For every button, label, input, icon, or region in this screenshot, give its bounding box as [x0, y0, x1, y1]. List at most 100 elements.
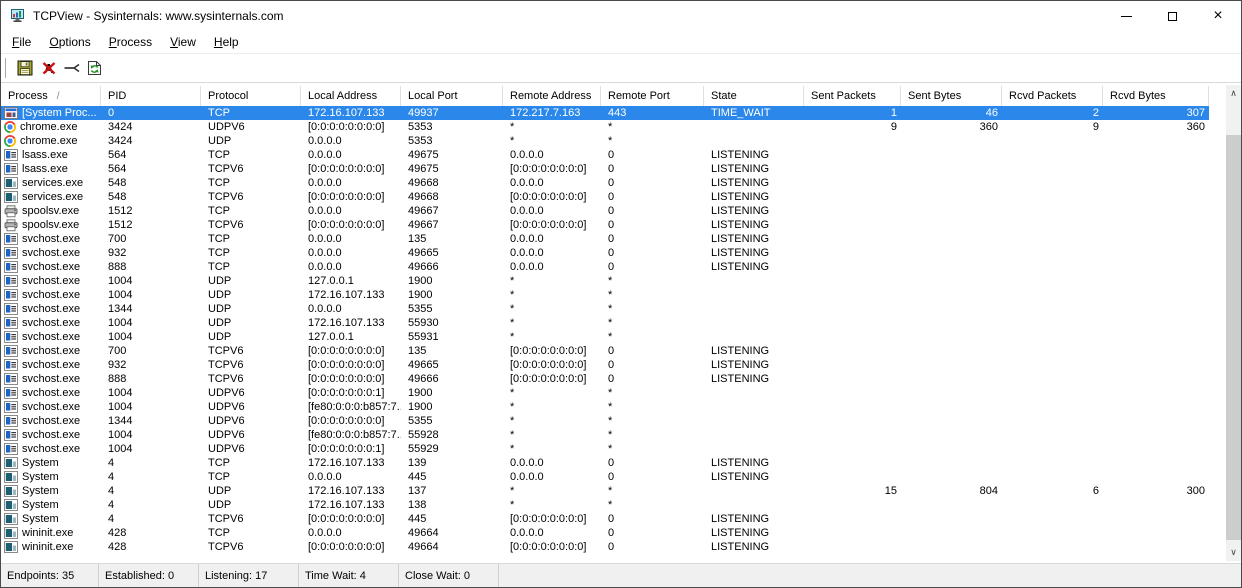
cell-local-port: 135	[401, 344, 503, 358]
cell-protocol: TCP	[201, 470, 301, 484]
cell-protocol: TCPV6	[201, 540, 301, 554]
table-row[interactable]: svchost.exe1004UDPV6[fe80:0:0:0:b857:7..…	[1, 428, 1209, 442]
column-header-sent-bytes[interactable]: Sent Bytes	[901, 86, 1002, 106]
process-name: System	[22, 456, 59, 470]
table-row[interactable]: wininit.exe428TCP0.0.0.0496640.0.0.00LIS…	[1, 526, 1209, 540]
table-row[interactable]: svchost.exe1004UDP127.0.0.11900**	[1, 274, 1209, 288]
scroll-up-button[interactable]: ∧	[1226, 85, 1241, 102]
table-row[interactable]: System4UDP172.16.107.133138**	[1, 498, 1209, 512]
save-button[interactable]	[14, 57, 37, 80]
table-row[interactable]: spoolsv.exe1512TCP0.0.0.0496670.0.0.00LI…	[1, 204, 1209, 218]
scrollbar-thumb[interactable]	[1226, 135, 1241, 540]
process-name: System	[22, 498, 59, 512]
table-row[interactable]: svchost.exe700TCPV6[0:0:0:0:0:0:0:0]135[…	[1, 344, 1209, 358]
column-header-remote-port[interactable]: Remote Port	[601, 86, 704, 106]
table-row[interactable]: lsass.exe564TCPV6[0:0:0:0:0:0:0:0]49675[…	[1, 162, 1209, 176]
table-row[interactable]: svchost.exe1004UDPV6[0:0:0:0:0:0:0:1]559…	[1, 442, 1209, 456]
table-row[interactable]: spoolsv.exe1512TCPV6[0:0:0:0:0:0:0:0]496…	[1, 218, 1209, 232]
table-row[interactable]: svchost.exe1004UDP127.0.0.155931**	[1, 330, 1209, 344]
table-row[interactable]: svchost.exe1004UDPV6[fe80:0:0:0:b857:7..…	[1, 400, 1209, 414]
table-row[interactable]: svchost.exe700TCP0.0.0.01350.0.0.00LISTE…	[1, 232, 1209, 246]
table-row[interactable]: svchost.exe1344UDPV6[0:0:0:0:0:0:0:0]535…	[1, 414, 1209, 428]
cell-process: wininit.exe	[1, 526, 101, 540]
toolbar: A	[1, 53, 1241, 83]
table-row[interactable]: svchost.exe888TCPV6[0:0:0:0:0:0:0:0]4966…	[1, 372, 1209, 386]
column-header-pid[interactable]: PID	[101, 86, 201, 106]
cell-process: System	[1, 484, 101, 498]
cell-sent-packets	[804, 274, 901, 288]
table-row[interactable]: lsass.exe564TCP0.0.0.0496750.0.0.00LISTE…	[1, 148, 1209, 162]
cell-remote-address: *	[503, 316, 601, 330]
cell-state: LISTENING	[704, 260, 804, 274]
process-name: wininit.exe	[22, 526, 73, 540]
menu-process[interactable]: Process	[100, 33, 161, 51]
table-row[interactable]: svchost.exe1004UDP172.16.107.13355930**	[1, 316, 1209, 330]
table-row[interactable]: svchost.exe1004UDP172.16.107.1331900**	[1, 288, 1209, 302]
menu-options[interactable]: Options	[40, 33, 99, 51]
table-row[interactable]: chrome.exe3424UDPV6[0:0:0:0:0:0:0:0]5353…	[1, 120, 1209, 134]
cell-local-port: 1900	[401, 400, 503, 414]
table-row[interactable]: services.exe548TCPV6[0:0:0:0:0:0:0:0]496…	[1, 190, 1209, 204]
status-established: Established: 0	[99, 564, 199, 587]
resolve-addresses-button[interactable]: A	[37, 57, 60, 80]
cell-remote-address: [0:0:0:0:0:0:0:0]	[503, 190, 601, 204]
cell-process: svchost.exe	[1, 358, 101, 372]
column-header-process[interactable]: Process/	[1, 86, 101, 106]
cell-process: svchost.exe	[1, 400, 101, 414]
table-row[interactable]: System4TCPV6[0:0:0:0:0:0:0:0]445[0:0:0:0…	[1, 512, 1209, 526]
cell-rcvd-packets	[1002, 274, 1103, 288]
vertical-scrollbar[interactable]: ∧ ∨	[1226, 85, 1241, 561]
cell-pid: 1004	[101, 442, 201, 456]
cell-remote-address: 0.0.0.0	[503, 232, 601, 246]
scroll-down-button[interactable]: ∨	[1226, 544, 1241, 561]
column-header-protocol[interactable]: Protocol	[201, 86, 301, 106]
close-connection-button[interactable]	[60, 57, 83, 80]
table-row[interactable]: chrome.exe3424UDP0.0.0.05353**	[1, 134, 1209, 148]
cell-local-address: [0:0:0:0:0:0:0:0]	[301, 190, 401, 204]
table-row[interactable]: System4TCP0.0.0.04450.0.0.00LISTENING	[1, 470, 1209, 484]
table-row[interactable]: [System Proc...0TCP172.16.107.1334993717…	[1, 106, 1209, 120]
services-window-icon	[4, 177, 18, 189]
menu-help[interactable]: Help	[205, 33, 248, 51]
table-row[interactable]: svchost.exe1004UDPV6[0:0:0:0:0:0:0:1]190…	[1, 386, 1209, 400]
cell-local-port: 49666	[401, 372, 503, 386]
cell-state: LISTENING	[704, 512, 804, 526]
cell-process: svchost.exe	[1, 414, 101, 428]
column-header-local-address[interactable]: Local Address	[301, 86, 401, 106]
menubar: FileOptionsProcessViewHelp	[1, 31, 1241, 53]
cell-process: System	[1, 456, 101, 470]
cell-local-port: 5355	[401, 414, 503, 428]
column-header-state[interactable]: State	[704, 86, 804, 106]
cell-sent-bytes	[901, 162, 1002, 176]
table-row[interactable]: svchost.exe888TCP0.0.0.0496660.0.0.00LIS…	[1, 260, 1209, 274]
table-row[interactable]: System4TCP172.16.107.1331390.0.0.00LISTE…	[1, 456, 1209, 470]
table-row[interactable]: wininit.exe428TCPV6[0:0:0:0:0:0:0:0]4966…	[1, 540, 1209, 554]
table-row[interactable]: services.exe548TCP0.0.0.0496680.0.0.00LI…	[1, 176, 1209, 190]
listview-header: Process/PIDProtocolLocal AddressLocal Po…	[1, 86, 1241, 106]
cell-rcvd-bytes	[1103, 162, 1209, 176]
cell-remote-address: 0.0.0.0	[503, 260, 601, 274]
cell-local-address: 0.0.0.0	[301, 134, 401, 148]
chrome-icon	[4, 135, 16, 147]
table-row[interactable]: svchost.exe932TCPV6[0:0:0:0:0:0:0:0]4966…	[1, 358, 1209, 372]
cell-remote-port: 0	[601, 526, 704, 540]
close-button[interactable]: ×	[1195, 1, 1241, 31]
column-header-sent-packets[interactable]: Sent Packets	[804, 86, 901, 106]
menu-file[interactable]: File	[3, 33, 40, 51]
column-header-local-port[interactable]: Local Port	[401, 86, 503, 106]
table-row[interactable]: svchost.exe1344UDP0.0.0.05355**	[1, 302, 1209, 316]
menu-view[interactable]: View	[161, 33, 205, 51]
table-row[interactable]: svchost.exe932TCP0.0.0.0496650.0.0.00LIS…	[1, 246, 1209, 260]
cell-process: svchost.exe	[1, 386, 101, 400]
column-header-remote-address[interactable]: Remote Address	[503, 86, 601, 106]
maximize-button[interactable]	[1149, 1, 1195, 31]
cell-process: System	[1, 512, 101, 526]
table-row[interactable]: System4UDP172.16.107.133137**158046300	[1, 484, 1209, 498]
cell-local-port: 1900	[401, 274, 503, 288]
refresh-button[interactable]	[83, 57, 106, 80]
minimize-button[interactable]	[1103, 1, 1149, 31]
cell-pid: 1512	[101, 204, 201, 218]
column-header-rcvd-packets[interactable]: Rcvd Packets	[1002, 86, 1103, 106]
cell-sent-bytes	[901, 372, 1002, 386]
column-header-rcvd-bytes[interactable]: Rcvd Bytes	[1103, 86, 1209, 106]
